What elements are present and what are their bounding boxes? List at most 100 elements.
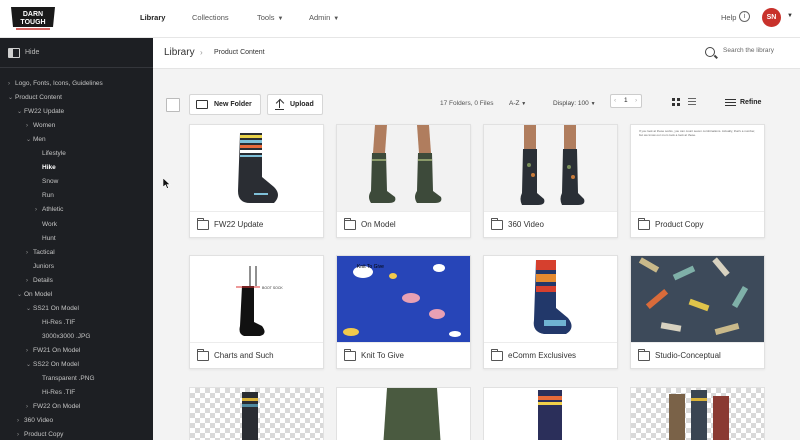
chevron-down-icon[interactable]: ⌄ (17, 108, 24, 115)
chevron-right-icon[interactable]: › (26, 250, 33, 256)
sidebar-tree-item[interactable]: ⌄ SS22 On Model (26, 361, 79, 368)
sidebar-tree-item[interactable]: Juniors (26, 263, 54, 270)
folder-card-footer: On Model (337, 211, 470, 237)
sidebar-tree-item[interactable]: 3000x3000 .JPG (35, 333, 90, 340)
chevron-down-icon[interactable]: ⌄ (26, 305, 33, 312)
folder-card[interactable] (630, 387, 765, 440)
sidebar-tree-item[interactable]: Hi-Res .TIF (35, 319, 75, 326)
chevron-down-icon[interactable]: ⌄ (26, 136, 33, 143)
sidebar-tree-label: Hike (42, 164, 56, 172)
chevron-right-icon[interactable]: › (35, 207, 42, 213)
sidebar-tree-item[interactable]: › Tactical (26, 249, 55, 256)
sort-dropdown[interactable]: A-Z ▼ (509, 100, 526, 107)
grid-view-icon[interactable] (672, 98, 680, 106)
sidebar-tree-item[interactable]: Transparent .PNG (35, 375, 95, 382)
chevron-down-icon[interactable]: ⌄ (8, 94, 15, 101)
sidebar-tree-item[interactable]: › FW22 On Model (26, 403, 80, 410)
chevron-down-icon: ▼ (277, 16, 284, 22)
folder-card[interactable]: eComm Exclusives (483, 255, 618, 369)
sidebar-tree-label: Hunt (42, 234, 56, 242)
folder-card[interactable]: Knit To Give Knit To Give (336, 255, 471, 369)
folder-card[interactable]: On Model (336, 124, 471, 238)
folder-card-footer: Charts and Such (190, 342, 323, 368)
sidebar-tree-label: SS21 On Model (33, 304, 79, 312)
nav-library[interactable]: Library (140, 13, 165, 22)
chevron-down-icon[interactable]: ⌄ (26, 361, 33, 368)
folder-icon (344, 218, 356, 230)
folder-thumbnail: BOOT SOCK (190, 256, 323, 342)
folder-card[interactable] (336, 387, 471, 440)
sidebar-tree-item[interactable]: › Logo, Fonts, Icons, Guidelines (8, 80, 103, 87)
folder-card[interactable] (483, 387, 618, 440)
sock-image (190, 125, 323, 211)
select-all-checkbox[interactable] (166, 98, 180, 112)
sidebar-tree-label: Women (33, 122, 56, 130)
page-number[interactable]: 1 (624, 97, 628, 104)
sidebar-tree-label: Product Content (15, 94, 62, 102)
chevron-right-icon[interactable]: › (26, 348, 33, 354)
display-dropdown[interactable]: Display: 100 ▼ (553, 100, 596, 107)
sidebar-tree-item[interactable]: Hi-Res .TIF (35, 389, 75, 396)
darn-tough-logo[interactable]: DARN TOUGH (8, 3, 58, 33)
sidebar-hide-toggle[interactable]: Hide (0, 38, 153, 68)
nav-tools[interactable]: Tools ▼ (257, 13, 283, 22)
breadcrumb-root[interactable]: Library (164, 47, 195, 58)
folder-card[interactable]: 360 Video (483, 124, 618, 238)
sidebar-tree-item[interactable]: ⌄ FW22 Update (17, 108, 64, 115)
sidebar-tree-item[interactable]: › 360 Video (17, 417, 53, 424)
folder-card[interactable]: Studio-Conceptual (630, 255, 765, 369)
sidebar-tree-label: FW22 Update (24, 108, 65, 116)
chevron-right-icon[interactable]: › (26, 123, 33, 129)
sidebar-tree-item[interactable]: › Details (26, 277, 53, 284)
chevron-right-icon[interactable]: › (17, 432, 24, 438)
help-link[interactable]: Help (721, 13, 736, 22)
sidebar-tree-item[interactable]: ⌄ Men (26, 136, 46, 143)
sidebar-tree-item[interactable]: Hunt (35, 235, 56, 242)
folder-card[interactable]: FW22 Update (189, 124, 324, 238)
folder-icon (638, 349, 650, 361)
mouse-cursor-icon (163, 178, 171, 189)
sidebar-tree-label: Juniors (33, 262, 54, 270)
avatar[interactable]: SN (762, 8, 781, 27)
knit-closeup-image (337, 388, 470, 440)
chevron-right-icon[interactable]: › (26, 404, 33, 410)
sidebar-tree-item[interactable]: › Women (26, 122, 55, 129)
sidebar-tree-item[interactable]: ⌄ On Model (17, 291, 52, 298)
sidebar-tree-item[interactable]: › FW21 On Model (26, 347, 80, 354)
sidebar-tree-item[interactable]: Work (35, 221, 57, 228)
sidebar-tree-label: Lifestyle (42, 150, 66, 158)
folder-card[interactable]: If you look at these socks, you can coun… (630, 124, 765, 238)
refine-button[interactable]: Refine (725, 98, 785, 108)
sidebar-tree-item[interactable]: Run (35, 192, 54, 199)
folder-card[interactable] (189, 387, 324, 440)
chevron-left-icon[interactable]: ‹ (614, 97, 616, 104)
sidebar-tree-item[interactable]: ⌄ Product Content (8, 94, 62, 101)
chevron-right-icon[interactable]: › (26, 278, 33, 284)
nav-admin[interactable]: Admin ▼ (309, 13, 339, 22)
folder-icon (344, 349, 356, 361)
pagination: ‹ 1 › (610, 94, 642, 108)
sidebar-tree-item[interactable]: ⌄ SS21 On Model (26, 305, 79, 312)
chevron-down-icon[interactable]: ▼ (787, 13, 793, 19)
folder-thumbnail (631, 256, 764, 342)
chevron-right-icon[interactable]: › (8, 81, 15, 87)
search-input[interactable] (723, 47, 791, 54)
sidebar-tree-item[interactable]: › Athletic (35, 206, 63, 213)
sidebar-tree-item[interactable]: › Product Copy (17, 431, 63, 438)
folder-icon (491, 218, 503, 230)
chevron-down-icon[interactable]: ⌄ (17, 291, 24, 298)
info-icon[interactable]: i (739, 11, 750, 22)
upload-button[interactable]: Upload (267, 94, 323, 115)
list-view-icon[interactable] (688, 98, 696, 106)
nav-collections[interactable]: Collections (192, 13, 229, 22)
folder-thumbnail (484, 256, 617, 342)
search-box[interactable] (699, 44, 793, 63)
chevron-right-icon[interactable]: › (17, 418, 24, 424)
main-content: Library › Product Content New Folder Upl… (153, 38, 800, 440)
sidebar-tree-item[interactable]: Snow (35, 178, 58, 185)
chevron-right-icon[interactable]: › (635, 97, 637, 104)
folder-card[interactable]: BOOT SOCK Charts and Such (189, 255, 324, 369)
sidebar-tree-item[interactable]: Hike (35, 164, 56, 171)
sidebar-tree-item[interactable]: Lifestyle (35, 150, 66, 157)
new-folder-button[interactable]: New Folder (189, 94, 261, 115)
